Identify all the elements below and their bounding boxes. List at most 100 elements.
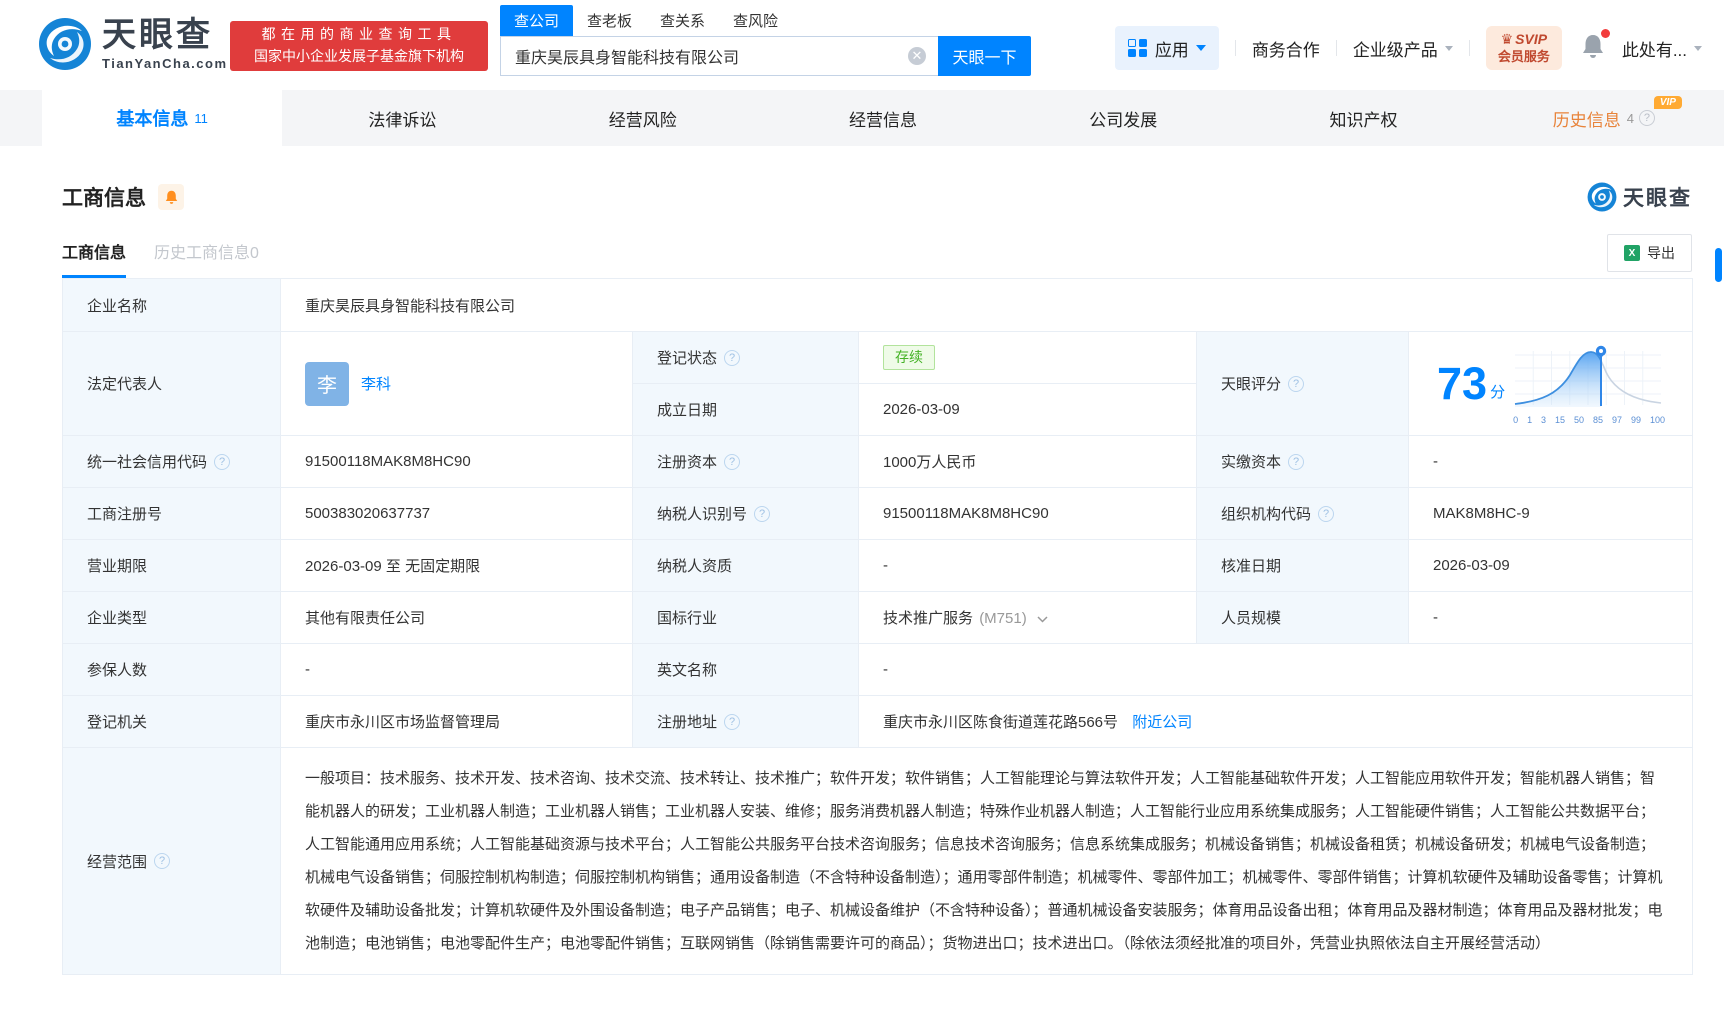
legal-rep-label: 法定代表人 <box>63 332 281 436</box>
logo[interactable]: 天眼查 TianYanCha.com <box>38 17 228 71</box>
legal-rep-link[interactable]: 李科 <box>361 373 391 394</box>
table-row: 工商注册号 500383020637737 纳税人识别号 ? 91500118M… <box>63 488 1693 540</box>
reg-capital-label-cell: 注册资本 ? <box>633 436 859 488</box>
enterprise-products-link[interactable]: 企业级产品 <box>1353 36 1453 61</box>
account-menu[interactable]: 此处有... <box>1622 36 1702 61</box>
chevron-down-icon <box>1196 45 1206 51</box>
taxpayer-quality-value: - <box>859 540 1197 592</box>
reg-address-value: 重庆市永川区陈食街道莲花路566号 <box>883 714 1118 731</box>
bell-icon <box>164 189 179 205</box>
apps-button[interactable]: 应用 <box>1115 26 1219 70</box>
help-icon[interactable]: ? <box>154 853 170 869</box>
table-row: 参保人数 - 英文名称 - <box>63 644 1693 696</box>
company-name-label: 企业名称 <box>63 279 281 332</box>
est-date-label: 成立日期 <box>633 384 859 436</box>
divider <box>1336 40 1337 56</box>
field-label: 实缴资本 <box>1221 451 1281 472</box>
chevron-down-icon[interactable] <box>1037 616 1048 623</box>
org-code-value: MAK8M8HC-9 <box>1409 488 1693 540</box>
site-header: 天眼查 TianYanCha.com 都在用的商业查询工具 国家中小企业发展子基… <box>0 0 1724 90</box>
nearby-companies-link[interactable]: 附近公司 <box>1132 714 1192 731</box>
chevron-down-icon <box>1445 46 1453 51</box>
tab-basic-info[interactable]: 基本信息 11 <box>42 90 282 146</box>
help-icon[interactable]: ? <box>724 714 740 730</box>
section-title: 工商信息 <box>62 182 146 212</box>
field-label: 注册地址 <box>657 711 717 732</box>
search-input[interactable] <box>500 36 938 76</box>
search-area: 查公司 查老板 查关系 查风险 ✕ 天眼一下 <box>500 6 1031 76</box>
tab-intellectual-property[interactable]: 知识产权 <box>1243 90 1483 146</box>
tab-label: 经营信息 <box>849 106 917 131</box>
insured-count-value: - <box>281 644 633 696</box>
help-icon[interactable]: ? <box>1288 376 1304 392</box>
search-tab-company[interactable]: 查公司 <box>500 5 573 36</box>
tab-history-info[interactable]: 历史信息 4 ? VIP <box>1484 90 1724 146</box>
paid-capital-label-cell: 实缴资本 ? <box>1197 436 1409 488</box>
search-tab-boss[interactable]: 查老板 <box>573 5 646 36</box>
subtab-history-business-info[interactable]: 历史工商信息0 <box>154 239 259 278</box>
score-value: 73 <box>1437 361 1487 406</box>
score-unit: 分 <box>1490 381 1505 402</box>
company-type-value: 其他有限责任公司 <box>281 592 633 644</box>
axis-tick: 15 <box>1555 415 1565 425</box>
tab-label: 历史信息 <box>1553 106 1621 131</box>
tab-company-development[interactable]: 公司发展 <box>1003 90 1243 146</box>
export-button[interactable]: X 导出 <box>1607 234 1692 272</box>
help-icon[interactable]: ? <box>754 506 770 522</box>
brand-domain: TianYanCha.com <box>102 56 228 71</box>
field-label: 登记状态 <box>657 347 717 368</box>
table-row: 营业期限 2026-03-09 至 无固定期限 纳税人资质 - 核准日期 202… <box>63 540 1693 592</box>
tab-operating-info[interactable]: 经营信息 <box>763 90 1003 146</box>
watermark-text: 天眼查 <box>1623 182 1692 212</box>
search-button[interactable]: 天眼一下 <box>938 36 1031 76</box>
tab-count: 4 <box>1627 111 1634 126</box>
scrollbar-thumb[interactable] <box>1715 248 1722 282</box>
axis-tick: 50 <box>1574 415 1584 425</box>
business-scope-value: 一般项目：技术服务、技术开发、技术咨询、技术交流、技术转让、技术推广；软件开发；… <box>281 748 1693 975</box>
table-row: 企业类型 其他有限责任公司 国标行业 技术推广服务 (M751) 人员规模 - <box>63 592 1693 644</box>
divider <box>1235 40 1236 56</box>
reg-address-label-cell: 注册地址 ? <box>633 696 859 748</box>
svip-member-button[interactable]: ♛SVIP 会员服务 <box>1486 26 1562 69</box>
divider <box>1469 40 1470 56</box>
axis-tick: 0 <box>1513 415 1518 425</box>
business-cooperation-link[interactable]: 商务合作 <box>1252 36 1320 61</box>
help-icon[interactable]: ? <box>724 350 740 366</box>
axis-tick: 97 <box>1612 415 1622 425</box>
tab-count: 11 <box>194 111 208 126</box>
tab-operating-risk[interactable]: 经营风险 <box>523 90 763 146</box>
page: 天眼查 TianYanCha.com 都在用的商业查询工具 国家中小企业发展子基… <box>0 0 1724 1022</box>
reg-authority-value: 重庆市永川区市场监督管理局 <box>281 696 633 748</box>
search-tab-relation[interactable]: 查关系 <box>646 5 719 36</box>
reg-address-value-cell: 重庆市永川区陈食街道莲花路566号 附近公司 <box>859 696 1693 748</box>
help-icon[interactable]: ? <box>724 454 740 470</box>
clear-icon[interactable]: ✕ <box>908 47 926 65</box>
company-nav-tabs: 基本信息 11 法律诉讼 经营风险 经营信息 公司发展 知识产权 历史信息 4 … <box>0 90 1724 146</box>
taxpayer-id-value: 91500118MAK8M8HC90 <box>859 488 1197 540</box>
axis-tick: 85 <box>1593 415 1603 425</box>
staff-size-value: - <box>1409 592 1693 644</box>
axis-tick: 1 <box>1527 415 1532 425</box>
notification-dot <box>1601 29 1610 38</box>
search-tab-risk[interactable]: 查风险 <box>719 5 792 36</box>
vip-badge: VIP <box>1654 96 1682 109</box>
avatar[interactable]: 李 <box>305 362 349 406</box>
help-icon[interactable]: ? <box>1318 506 1334 522</box>
paid-capital-value: - <box>1409 436 1693 488</box>
slogan-badge: 都在用的商业查询工具 国家中小企业发展子基金旗下机构 <box>230 21 488 71</box>
tab-legal-proceedings[interactable]: 法律诉讼 <box>282 90 522 146</box>
help-icon[interactable]: ? <box>214 454 230 470</box>
tianyancha-logo-icon <box>38 17 92 71</box>
subtab-business-info[interactable]: 工商信息 <box>62 239 126 278</box>
help-icon[interactable]: ? <box>1288 454 1304 470</box>
table-row: 登记机关 重庆市永川区市场监督管理局 注册地址 ? 重庆市永川区陈食街道莲花路5… <box>63 696 1693 748</box>
approval-date-value: 2026-03-09 <box>1409 540 1693 592</box>
monitor-bell-button[interactable] <box>158 184 184 210</box>
help-icon[interactable]: ? <box>1639 110 1655 126</box>
field-label: 纳税人识别号 <box>657 503 747 524</box>
field-label: 统一社会信用代码 <box>87 451 207 472</box>
business-term-value: 2026-03-09 至 无固定期限 <box>281 540 633 592</box>
top-nav: 应用 商务合作 企业级产品 ♛SVIP 会员服务 <box>1115 24 1702 72</box>
company-type-label: 企业类型 <box>63 592 281 644</box>
notification-bell-button[interactable] <box>1580 32 1606 65</box>
